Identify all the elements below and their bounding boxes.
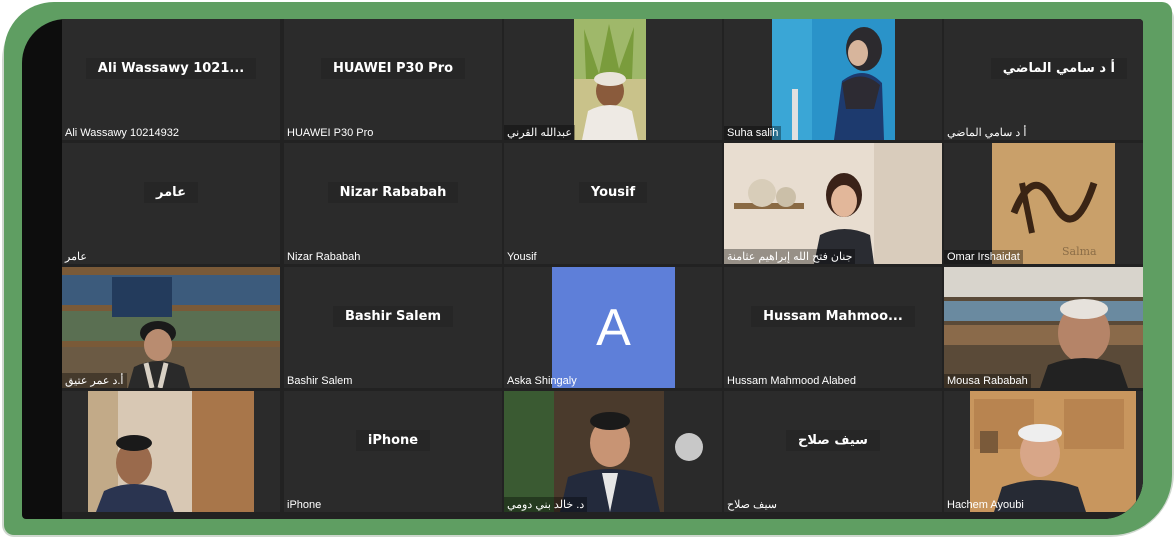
participant-name-card: أ د سامي الماضي	[944, 58, 1127, 79]
participant-label: Omar Irshaidat	[944, 250, 1023, 264]
participant-tile[interactable]: سيف صلاح سيف صلاح	[724, 391, 942, 512]
image-text: Salma	[1062, 245, 1097, 258]
participant-tile[interactable]: عامر عامر	[62, 143, 280, 264]
participant-video	[504, 391, 722, 512]
participant-grid: Ali Wassawy 1021... Ali Wassawy 10214932…	[62, 19, 1143, 519]
participant-tile[interactable]: Hachem Ayoubi	[944, 391, 1143, 512]
participant-name-card: HUAWEI P30 Pro	[284, 58, 502, 79]
participant-name-card: عامر	[62, 182, 280, 203]
participant-tile[interactable]: HUAWEI P30 Pro HUAWEI P30 Pro	[284, 19, 502, 140]
participant-label: HUAWEI P30 Pro	[287, 127, 374, 139]
participant-label: أ د سامي الماضي	[947, 127, 1027, 139]
participant-tile[interactable]: د. خالد بني دومي	[504, 391, 722, 512]
participant-tile[interactable]: أ.د عمر عتيق	[62, 267, 280, 388]
participant-name-card: Ali Wassawy 1021...	[62, 58, 280, 79]
participant-tile[interactable]: A Aska Shingaly	[504, 267, 722, 388]
participant-label: Hussam Mahmood Alabed	[727, 375, 857, 387]
participant-video	[944, 267, 1143, 388]
participant-name-card: iPhone	[284, 430, 502, 451]
participant-video	[88, 391, 254, 512]
participant-tile[interactable]: Hussam Mahmoo... Hussam Mahmood Alabed	[724, 267, 942, 388]
participant-label: Hachem Ayoubi	[947, 499, 1024, 511]
participant-tile[interactable]	[62, 391, 280, 512]
participant-name-card: Hussam Mahmoo...	[724, 306, 942, 327]
participant-video	[574, 19, 646, 140]
participant-label: سيف صلاح	[727, 499, 777, 511]
participant-video	[62, 267, 280, 388]
participant-label: Yousif	[507, 251, 537, 263]
meeting-window: 5790 Ali Wassawy 1021... Ali Wassawy 102…	[22, 19, 1143, 519]
participant-tile[interactable]: Yousif Yousif	[504, 143, 722, 264]
participant-label: Suha salih	[724, 126, 782, 140]
participant-video	[772, 19, 895, 140]
participant-name-card: Nizar Rababah	[284, 182, 502, 203]
participant-video	[724, 143, 942, 264]
participant-label: iPhone	[287, 499, 322, 511]
participant-name-card: سيف صلاح	[724, 430, 942, 451]
participant-video	[970, 391, 1136, 512]
participant-avatar: A	[552, 267, 675, 388]
participant-label: Mousa Rababah	[944, 374, 1031, 388]
participant-label: Nizar Rababah	[287, 251, 361, 263]
participant-name-card: Bashir Salem	[284, 306, 502, 327]
participant-label: Aska Shingaly	[507, 375, 577, 387]
participant-label: عبدالله القرني	[504, 125, 575, 140]
participant-label: د. خالد بني دومي	[504, 497, 588, 512]
participant-tile[interactable]: Suha salih	[724, 19, 942, 140]
participant-tile[interactable]: جنان فتح الله إبراهيم عثامنة	[724, 143, 942, 264]
participant-video: Salma	[992, 143, 1115, 264]
participant-tile[interactable]: أ د سامي الماضي أ د سامي الماضي	[944, 19, 1143, 140]
participant-tile[interactable]: عبدالله القرني	[504, 19, 722, 140]
participant-label: Ali Wassawy 10214932	[65, 127, 179, 139]
participant-tile[interactable]: Nizar Rababah Nizar Rababah	[284, 143, 502, 264]
participant-label: جنان فتح الله إبراهيم عثامنة	[724, 249, 856, 264]
participant-tile[interactable]: iPhone iPhone	[284, 391, 502, 512]
participant-tile[interactable]: Ali Wassawy 1021... Ali Wassawy 10214932	[62, 19, 280, 140]
participant-label: أ.د عمر عتيق	[62, 373, 127, 388]
participant-label	[62, 510, 68, 512]
participant-tile[interactable]: Salma Omar Irshaidat	[944, 143, 1143, 264]
participant-label: Bashir Salem	[287, 375, 353, 387]
participant-tile[interactable]: Bashir Salem Bashir Salem	[284, 267, 502, 388]
participant-name-card: Yousif	[504, 182, 722, 203]
participant-label: عامر	[65, 251, 87, 263]
participant-tile[interactable]: Mousa Rababah	[944, 267, 1143, 388]
